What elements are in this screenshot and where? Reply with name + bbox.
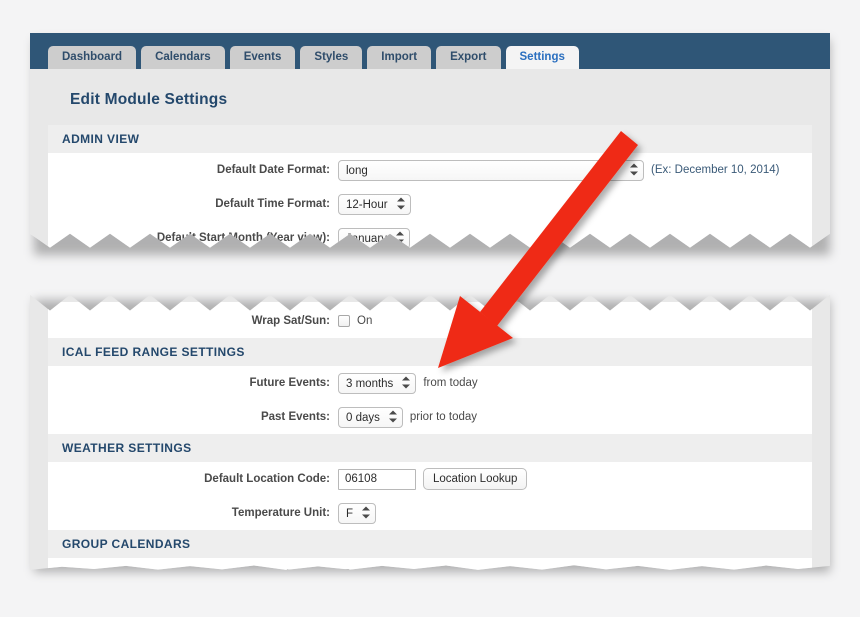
section-header-group-calendars: GROUP CALENDARS <box>48 530 812 558</box>
label-future-events: Future Events: <box>249 377 330 389</box>
row-default-location-code: Default Location Code: Location Lookup <box>48 462 812 496</box>
hint-future-events: from today <box>423 377 478 389</box>
select-default-time-format[interactable]: 12-Hour <box>338 193 411 215</box>
checkbox-wrap-sat-sun[interactable] <box>338 315 350 327</box>
select-future-events[interactable]: 3 months <box>338 372 417 394</box>
field-default-location-code: Location Lookup <box>338 468 528 490</box>
tab-styles-label: Styles <box>314 50 349 63</box>
label-default-date-format: Default Date Format: <box>216 164 330 176</box>
label-wrap-sat-sun: Wrap Sat/Sun: <box>251 315 330 327</box>
tab-dashboard[interactable]: Dashboard <box>48 45 137 69</box>
location-code-input[interactable] <box>338 468 416 490</box>
row-default-date-format: Default Date Format: long (Ex: December … <box>48 153 812 187</box>
row-past-events: Past Events: 0 days prior to today <box>48 400 812 434</box>
section-header-weather: WEATHER SETTINGS <box>48 434 812 462</box>
tab-styles[interactable]: Styles <box>300 45 363 69</box>
row-wrap-sat-sun: Wrap Sat/Sun: On <box>48 302 812 338</box>
label-default-time-format: Default Time Format: <box>215 198 330 210</box>
tab-events-label: Events <box>243 50 282 63</box>
select-default-date-format[interactable]: long <box>338 159 644 181</box>
location-lookup-button[interactable]: Location Lookup <box>423 468 528 490</box>
hint-past-events: prior to today <box>409 411 478 423</box>
field-temperature-unit: F <box>338 502 377 524</box>
tab-calendars-label: Calendars <box>155 50 211 63</box>
tab-export[interactable]: Export <box>436 45 501 69</box>
row-temperature-unit: Temperature Unit: F <box>48 496 812 530</box>
tab-import[interactable]: Import <box>367 45 432 69</box>
tab-import-label: Import <box>381 50 418 63</box>
tab-bar: Dashboard Calendars Events Styles Import… <box>30 33 830 69</box>
field-wrap-sat-sun: On <box>338 315 372 327</box>
select-wrap-date-format: long <box>338 159 644 181</box>
checkbox-label-wrap-sat-sun: On <box>357 315 373 327</box>
label-default-location-code: Default Location Code: <box>204 473 330 485</box>
label-past-events: Past Events: <box>260 411 330 423</box>
top-paper-fragment: Dashboard Calendars Events Styles Import… <box>30 33 830 248</box>
select-wrap-future-events: 3 months <box>338 372 417 394</box>
hint-date-format-example: (Ex: December 10, 2014) <box>651 164 780 176</box>
bottom-paper-fragment: Wrap Sat/Sun: On ICAL FEED RANGE SETTING… <box>30 294 830 570</box>
select-past-events[interactable]: 0 days <box>338 406 403 428</box>
tab-calendars[interactable]: Calendars <box>141 45 225 69</box>
field-default-date-format: long (Ex: December 10, 2014) <box>338 159 780 181</box>
settings-panel-bottom: Wrap Sat/Sun: On ICAL FEED RANGE SETTING… <box>48 302 812 570</box>
select-wrap-time-format: 12-Hour <box>338 193 411 215</box>
tab-events[interactable]: Events <box>229 45 296 69</box>
page-title: Edit Module Settings <box>70 91 228 108</box>
section-header-ical-feed-range: ICAL FEED RANGE SETTINGS <box>48 338 812 366</box>
select-wrap-past-events: 0 days <box>338 406 403 428</box>
field-default-time-format: 12-Hour <box>338 193 411 215</box>
section-header-admin-view: ADMIN VIEW <box>48 125 812 153</box>
page-body-bottom: Wrap Sat/Sun: On ICAL FEED RANGE SETTING… <box>30 294 830 570</box>
tab-dashboard-label: Dashboard <box>62 50 123 63</box>
row-default-time-format: Default Time Format: 12-Hour <box>48 187 812 221</box>
field-future-events: 3 months from today <box>338 372 478 394</box>
select-temperature-unit[interactable]: F <box>338 502 377 524</box>
label-temperature-unit: Temperature Unit: <box>231 507 330 519</box>
tab-settings[interactable]: Settings <box>505 45 579 69</box>
tab-settings-label: Settings <box>519 50 565 63</box>
field-past-events: 0 days prior to today <box>338 406 478 428</box>
select-wrap-temperature-unit: F <box>338 502 377 524</box>
tab-export-label: Export <box>450 50 487 63</box>
row-future-events: Future Events: 3 months from today <box>48 366 812 400</box>
